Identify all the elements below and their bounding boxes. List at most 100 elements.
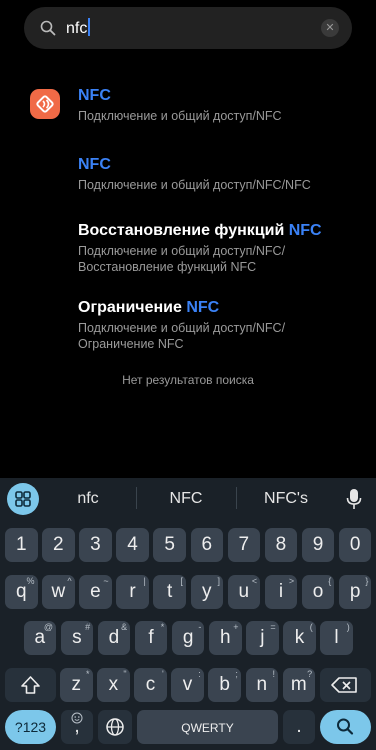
- key-label: 0: [349, 534, 361, 555]
- result-path: Подключение и общий доступ/NFC/Ограничен…: [78, 321, 286, 351]
- key-p[interactable]: p}: [338, 575, 372, 609]
- key-z[interactable]: z *: [60, 668, 93, 702]
- result-title: NFC: [78, 156, 111, 173]
- key-label: 7: [238, 534, 250, 555]
- space-key[interactable]: QWERTY: [137, 710, 278, 744]
- key-9[interactable]: 9: [301, 528, 335, 562]
- backspace-key[interactable]: [320, 668, 371, 702]
- key-n[interactable]: n!: [245, 668, 278, 702]
- key-alt-label: ;: [235, 669, 238, 679]
- key-alt-label: *: [160, 622, 165, 632]
- key-alt-label: ): [346, 622, 350, 632]
- key-q[interactable]: q%: [5, 575, 38, 609]
- key-d[interactable]: d &: [97, 621, 131, 655]
- key-alt-label: |: [143, 576, 146, 586]
- key-w[interactable]: w ^: [42, 575, 75, 609]
- key-alt-label: <: [251, 576, 258, 586]
- suggestion-2[interactable]: NFC: [141, 490, 231, 508]
- search-icon: [337, 718, 354, 735]
- keyboard: nfc NFC NFC's 1 2 3 4 5 6 7 8 9 0 q% w ^ e ~ r | t[y] u < i >…: [0, 478, 376, 750]
- key-alt-label: ^: [67, 576, 72, 586]
- key-alt-label: *: [85, 669, 90, 679]
- key-t[interactable]: t[: [153, 575, 186, 609]
- key-s[interactable]: s #: [60, 621, 94, 655]
- divider: [136, 487, 137, 509]
- language-key[interactable]: [98, 710, 132, 744]
- key-alt-label: &: [121, 622, 128, 632]
- search-input[interactable]: nfc: [66, 18, 91, 38]
- key-v[interactable]: v:: [171, 668, 204, 702]
- key-y[interactable]: y]: [190, 575, 223, 609]
- key-alt-label: +: [233, 622, 239, 632]
- key-alt-label: ': [161, 669, 164, 679]
- key-label: 4: [127, 534, 138, 555]
- key-7[interactable]: 7: [227, 528, 261, 562]
- key-alt-label: @: [43, 622, 53, 632]
- key-g[interactable]: g-: [171, 621, 205, 655]
- divider: [236, 487, 237, 509]
- key-a[interactable]: a @: [23, 621, 56, 655]
- key-alt-label: =: [270, 622, 276, 632]
- key-alt-label: [: [180, 576, 183, 586]
- key-label: 1: [15, 534, 27, 555]
- key-label: 2: [53, 534, 64, 555]
- suggestion-1[interactable]: nfc: [43, 490, 133, 508]
- key-alt-label: ~: [103, 576, 109, 586]
- key-0[interactable]: 0: [338, 528, 372, 562]
- search-key[interactable]: [320, 710, 371, 744]
- key-k[interactable]: k(: [283, 621, 316, 655]
- key-f[interactable]: f *: [134, 621, 168, 655]
- result-path: Подключение и общий доступ/NFC/NFC: [78, 178, 311, 192]
- symbols-key[interactable]: ?123: [5, 710, 56, 744]
- key-label: 6: [201, 534, 213, 555]
- result-title: Ограничение NFC: [78, 299, 220, 316]
- key-b[interactable]: b;: [208, 668, 241, 702]
- key-alt-label: ": [123, 669, 127, 679]
- nfc-icon: [30, 89, 60, 119]
- key-label: 5: [164, 534, 175, 555]
- result-item[interactable]: NFC Подключение и общий доступ/NFC/NFC: [78, 155, 311, 193]
- key-8[interactable]: 8: [264, 528, 298, 562]
- result-title: Восстановление функций NFC: [78, 222, 322, 239]
- search-icon: [40, 20, 56, 36]
- key-alt-label: (: [309, 622, 313, 632]
- search-bar[interactable]: nfc ✕: [24, 7, 352, 49]
- shift-key[interactable]: [5, 668, 56, 702]
- key-x[interactable]: x ": [97, 668, 130, 702]
- result-path: Подключение и общий доступ/NFC: [78, 109, 282, 123]
- key-alt-label: {: [328, 576, 332, 586]
- result-item[interactable]: Ограничение NFC Подключение и общий дост…: [78, 298, 285, 352]
- key-alt-label: %: [26, 576, 35, 586]
- key-1[interactable]: 1: [5, 528, 38, 562]
- result-item[interactable]: Восстановление функций NFC Подключение и…: [78, 221, 322, 275]
- key-c[interactable]: c ': [134, 668, 167, 702]
- key-e[interactable]: e ~: [79, 575, 112, 609]
- key-j[interactable]: j =: [246, 621, 279, 655]
- key-u[interactable]: u <: [227, 575, 261, 609]
- microphone-icon[interactable]: [346, 488, 362, 510]
- key-6[interactable]: 6: [190, 528, 223, 562]
- key-r[interactable]: r |: [116, 575, 149, 609]
- key-i[interactable]: i >: [264, 575, 298, 609]
- key-alt-label: }: [365, 576, 369, 586]
- text-caret: [88, 18, 91, 36]
- close-icon[interactable]: ✕: [321, 19, 339, 37]
- key-l[interactable]: l): [320, 621, 353, 655]
- key-2[interactable]: 2: [42, 528, 75, 562]
- apps-grid-icon[interactable]: [7, 483, 39, 515]
- result-item[interactable]: NFC Подключение и общий доступ/NFC: [78, 86, 282, 124]
- period-key[interactable]: .: [283, 710, 315, 744]
- key-alt-label: ]: [217, 576, 220, 586]
- comma-key[interactable]: ,: [61, 710, 93, 744]
- key-5[interactable]: 5: [153, 528, 186, 562]
- key-4[interactable]: 4: [116, 528, 149, 562]
- key-label: 3: [90, 534, 101, 555]
- globe-icon: [106, 718, 124, 736]
- key-alt-label: :: [198, 669, 201, 679]
- key-m[interactable]: m?: [282, 668, 316, 702]
- suggestion-3[interactable]: NFC's: [241, 490, 331, 508]
- key-h[interactable]: h +: [209, 621, 242, 655]
- key-alt-label: ?: [307, 669, 313, 679]
- key-o[interactable]: o{: [301, 575, 335, 609]
- key-3[interactable]: 3: [79, 528, 112, 562]
